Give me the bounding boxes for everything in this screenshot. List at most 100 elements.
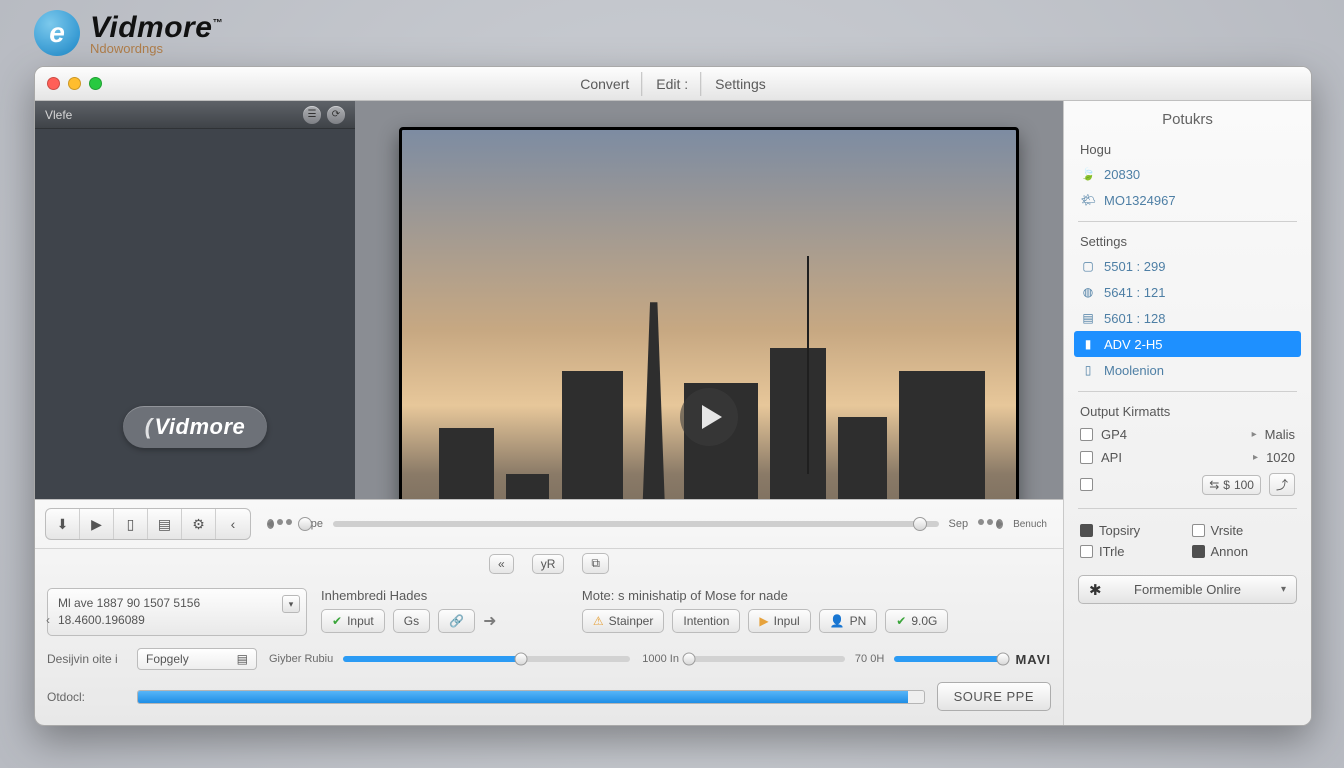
opt-annon[interactable]: Annon (1192, 544, 1296, 559)
checkbox-icon[interactable] (1080, 428, 1093, 441)
output-progress (137, 690, 925, 704)
window-close-icon[interactable] (47, 77, 60, 90)
arrow-right-icon: ➜ (483, 611, 496, 631)
gear-icon[interactable]: ⚙ (182, 509, 216, 539)
inpul-button[interactable]: ▶Inpul (748, 609, 810, 633)
doc-icon: ▯ (1080, 362, 1096, 378)
hogu-item-0[interactable]: 🍃20830 (1064, 161, 1311, 187)
play-small-icon[interactable]: ▶ (80, 509, 114, 539)
clip-icon: ▮ (1080, 336, 1096, 352)
bottom-deck: ⬇ ▶ ▯ ▤ ⚙ ‹ Tipe Sep Benuch « yR (35, 499, 1063, 725)
toolbar-main: ⬇ ▶ ▯ ▤ ⚙ ‹ (45, 508, 251, 540)
rewind-icon[interactable] (267, 519, 274, 529)
page-icon: ▤ (1080, 310, 1096, 326)
star-icon: ✱ (1089, 581, 1102, 599)
forward-icon[interactable] (996, 519, 1003, 529)
sidebar-action1-icon[interactable]: ☰ (303, 106, 321, 124)
timeline[interactable]: Tipe Sep Benuch (261, 518, 1053, 530)
warning-icon: ⚠ (593, 614, 604, 628)
app-window: Convert Edit : Settings Vlefe ☰ ⟳ Vidmor… (34, 66, 1312, 726)
link-icon: 🔗 (449, 614, 464, 628)
seg1-label: Giyber Rubiu (269, 653, 333, 665)
left-sidebar-title: Vlefe (45, 108, 72, 122)
tab-edit[interactable]: Edit : (646, 72, 701, 96)
globe-icon: ◍ (1080, 284, 1096, 300)
chevron-left-icon[interactable]: ‹ (216, 509, 250, 539)
nav-marker[interactable]: yR (532, 554, 565, 574)
section-hogu-label: Hogu (1064, 138, 1311, 161)
checkbox-icon[interactable] (1080, 451, 1093, 464)
gs-button[interactable]: Gs (393, 609, 430, 633)
settings-item-3[interactable]: ▮ADV 2-H5 (1074, 331, 1301, 357)
brand-subtitle: Ndowordngs (90, 41, 223, 56)
right-panel-title: Potukrs (1064, 111, 1311, 128)
settings-item-0[interactable]: ▢5501 : 299 (1064, 253, 1311, 279)
seg3-label: 70 0H (855, 653, 884, 665)
format-tag: MAVI (1015, 652, 1051, 667)
checkbox-icon[interactable] (1080, 545, 1093, 558)
select-icon: ▤ (237, 652, 248, 666)
timeline-end-label: Sep (949, 518, 969, 530)
link-button[interactable]: 🔗 (438, 609, 475, 633)
leaf-icon: 🍃 (1080, 166, 1096, 182)
hogu-item-1[interactable]: 🌤MO1324967 (1064, 187, 1311, 213)
tab-settings[interactable]: Settings (705, 72, 776, 96)
pn-button[interactable]: 👤PN (819, 609, 878, 633)
opt-itrle[interactable]: ITrle (1080, 544, 1184, 559)
brand-name: Vidmore™ (90, 11, 223, 45)
checkbox-icon[interactable] (1192, 524, 1205, 537)
dropdown-icon[interactable]: ▾ (282, 595, 300, 613)
nav-copy-icon[interactable]: ⧉ (582, 553, 609, 574)
opt-topsiry[interactable]: Topsiry (1080, 523, 1184, 538)
format-row-1[interactable]: API ▸1020 (1064, 446, 1311, 469)
checkbox-icon[interactable] (1192, 545, 1205, 558)
timeline-start-knob[interactable] (298, 517, 312, 531)
input-button[interactable]: ✔Input (321, 609, 385, 633)
opt-vrsite[interactable]: Vrsite (1192, 523, 1296, 538)
slider-2[interactable] (689, 656, 845, 662)
timeline-end-knob[interactable] (913, 517, 927, 531)
settings-item-2[interactable]: ▤5601 : 128 (1064, 305, 1311, 331)
intention-button[interactable]: Intention (672, 609, 740, 633)
film-icon[interactable]: ▤ (148, 509, 182, 539)
sun-icon: 🌤 (1080, 192, 1096, 208)
check-icon: ✔ (896, 614, 906, 628)
nav-prev-icon[interactable]: « (489, 554, 514, 574)
timeline-track[interactable] (333, 521, 939, 527)
tab-convert[interactable]: Convert (570, 72, 642, 96)
chevron-down-icon: ▾ (1281, 584, 1286, 595)
download-icon[interactable]: ⬇ (46, 509, 80, 539)
section-settings-label: Settings (1064, 230, 1311, 253)
format-value-field[interactable]: ⇆$100 (1202, 475, 1261, 495)
settings-item-4[interactable]: ▯Moolenion (1064, 357, 1311, 383)
window-zoom-icon[interactable] (89, 77, 102, 90)
slider-3[interactable] (894, 656, 1003, 662)
checkbox-icon[interactable] (1080, 524, 1093, 537)
stainper-button[interactable]: ⚠Stainper (582, 609, 664, 633)
format-row-0[interactable]: GP4 ▸Malis (1064, 423, 1311, 446)
design-select[interactable]: Fopgely▤ (137, 648, 257, 670)
person-icon: 👤 (830, 614, 845, 628)
format-extra-icon[interactable]: ⤴ (1269, 473, 1295, 496)
slider-1[interactable] (343, 656, 630, 662)
play-icon[interactable] (680, 388, 738, 446)
chevron-left-icon: ‹ (46, 612, 50, 629)
timeline-small-label: Benuch (1013, 519, 1047, 530)
settings-item-1[interactable]: ◍5641 : 121 (1064, 279, 1311, 305)
colB-title: Mote: s minishatip of Mose for nade (582, 588, 1051, 603)
right-panel: Potukrs Hogu 🍃20830 🌤MO1324967 Settings … (1063, 101, 1311, 725)
source-file-field[interactable]: Ml ave 1887 90 1507 5156 18.4600.196089 … (47, 588, 307, 636)
checkbox-icon[interactable] (1080, 478, 1093, 491)
device-icon: ▢ (1080, 258, 1096, 274)
document-icon[interactable]: ▯ (114, 509, 148, 539)
output-label: Otdocl: (47, 690, 125, 704)
size-button[interactable]: ✔9.0G (885, 609, 948, 633)
brand-header: e Vidmore™ Ndowordngs (34, 10, 223, 56)
preset-combo[interactable]: ✱ Formemible Onlire ▾ (1078, 575, 1297, 604)
sidebar-action2-icon[interactable]: ⟳ (327, 106, 345, 124)
play-icon: ▶ (759, 614, 768, 628)
seg2-label: 1000 In (642, 653, 679, 665)
window-minimize-icon[interactable] (68, 77, 81, 90)
source-button[interactable]: SOURE PPE (937, 682, 1051, 711)
section-output-label: Output Kirmatts (1064, 400, 1311, 423)
